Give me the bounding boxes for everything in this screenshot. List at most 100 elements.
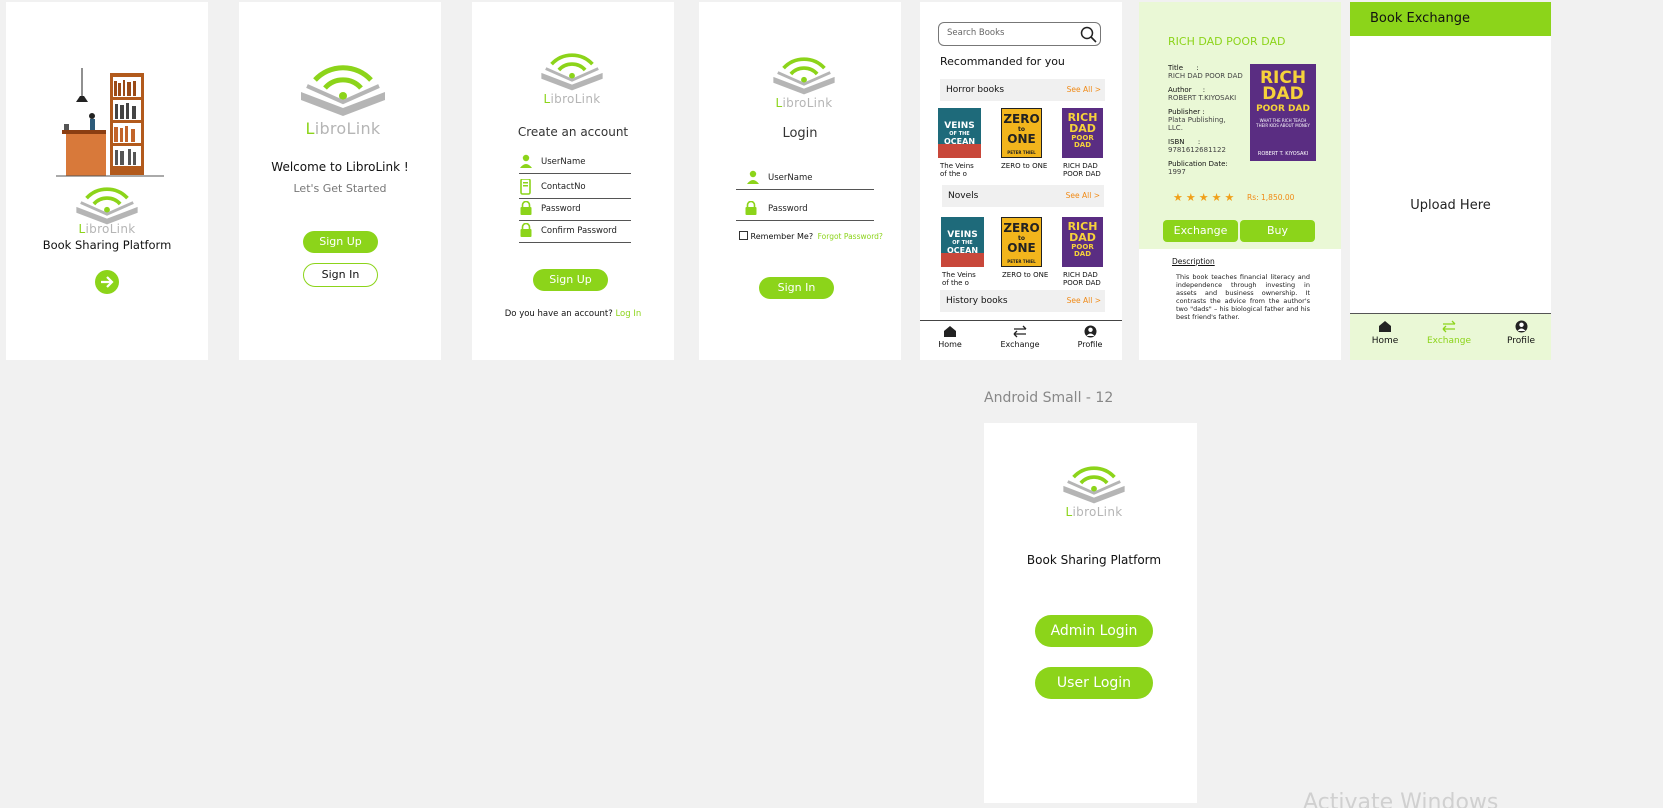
exchange-screen: Book Exchange Upload Here Home Exchange … — [1350, 2, 1551, 360]
page-title: Create an account — [517, 125, 629, 139]
welcome-title: Welcome to LibroLink ! — [271, 160, 409, 174]
book-cover[interactable]: RICH DAD POOR DAD — [1062, 108, 1103, 158]
book-label: ZERO to ONE — [1001, 162, 1048, 170]
forgot-password-link[interactable]: Forgot Password? — [818, 232, 883, 241]
nav-exchange[interactable]: Exchange — [1000, 325, 1040, 349]
category-novels[interactable]: Novels See All > — [942, 185, 1104, 207]
book-label: RICH DAD POOR DAD — [1063, 162, 1101, 178]
frame-label: Android Small - 12 — [984, 390, 1114, 406]
password-field[interactable]: Password — [519, 199, 631, 221]
book-cover[interactable]: ZERO to ONE PETER THIEL — [1001, 108, 1042, 158]
book-cover[interactable]: RICH DAD POOR DAD — [1062, 217, 1103, 267]
book-label: RICH DAD POOR DAD — [1063, 271, 1101, 287]
next-button[interactable] — [95, 270, 119, 294]
register-screen: LibroLink Create an account UserName Con… — [472, 2, 674, 360]
profile-icon — [1084, 325, 1096, 338]
bottom-nav: Home Exchange Profile — [920, 320, 1122, 360]
library-illustration — [56, 68, 164, 177]
sign-up-button[interactable]: Sign Up — [533, 269, 608, 291]
remember-row: Remember Me? Forgot Password? — [739, 231, 899, 242]
admin-login-button[interactable]: Admin Login — [1035, 615, 1153, 647]
sign-in-button[interactable]: Sign In — [759, 277, 834, 299]
book-cover-large: RICH DAD POOR DAD WHAT THE RICH TEACH TH… — [1250, 64, 1316, 161]
home-screen: Search Books Recommanded for you Horror … — [920, 2, 1122, 360]
book-title: RICH DAD POOR DAD — [1168, 35, 1286, 48]
user-icon — [520, 154, 532, 168]
nav-home[interactable]: Home — [936, 325, 964, 349]
os-watermark: Activate Windows — [1303, 790, 1499, 808]
password-field[interactable]: Password — [736, 199, 874, 221]
login-prompt: Do you have an account? Log In — [504, 309, 642, 319]
wifi-book-icon — [773, 57, 835, 95]
remember-checkbox[interactable] — [739, 231, 748, 240]
exchange-icon — [1013, 325, 1027, 338]
contact-field[interactable]: ContactNo — [519, 177, 631, 199]
log-in-link[interactable]: Log In — [615, 309, 641, 319]
app-header: Book Exchange — [1350, 2, 1551, 36]
description-title: Description — [1172, 257, 1215, 266]
detail-row: ISBN :9781612681122 — [1168, 138, 1226, 154]
welcome-screen: LibroLink Welcome to LibroLink ! Let's G… — [239, 2, 441, 360]
page-title: Book Sharing Platform — [1026, 553, 1162, 567]
exchange-button[interactable]: Exchange — [1163, 220, 1238, 242]
section-heading: Recommanded for you — [940, 55, 1065, 68]
page-title: Login — [782, 126, 818, 141]
librolink-logo: LibroLink — [295, 58, 391, 138]
wifi-book-icon — [301, 65, 385, 116]
detail-row: Publisher : Plata Publishing, LLC. — [1168, 108, 1226, 132]
book-cover[interactable]: ZERO to ONE PETER THIEL — [1001, 217, 1042, 267]
librolink-logo: LibroLink — [537, 48, 607, 106]
lock-icon — [745, 201, 757, 215]
username-field[interactable]: UserName — [736, 168, 874, 190]
librolink-logo: LibroLink — [769, 52, 839, 110]
book-cover[interactable]: VEINS OF THE OCEAN — [941, 217, 984, 267]
search-icon[interactable] — [1080, 26, 1097, 43]
user-icon — [747, 170, 759, 184]
search-input[interactable]: Search Books — [947, 28, 1005, 38]
book-cover[interactable]: VEINS OF THE OCEAN — [938, 108, 981, 158]
welcome-subtitle: Let's Get Started — [293, 182, 387, 195]
detail-row: Author : ROBERT T.KIYOSAKI — [1168, 86, 1237, 102]
detail-row: Title : RICH DAD POOR DAD — [1168, 64, 1243, 80]
lock-icon — [520, 201, 532, 215]
upload-area[interactable]: Upload Here — [1350, 198, 1551, 213]
buy-button[interactable]: Buy — [1240, 220, 1315, 242]
rating-stars: ★★★★★ — [1173, 191, 1238, 204]
arrow-right-icon — [101, 276, 114, 288]
wifi-book-icon — [76, 187, 138, 225]
splash-screen: LibroLink Book Sharing Platform — [6, 2, 208, 360]
librolink-logo: LibroLink — [1059, 461, 1129, 519]
exchange-icon — [1442, 320, 1456, 333]
header-title: Book Exchange — [1370, 11, 1471, 26]
username-field[interactable]: UserName — [519, 152, 631, 174]
nav-exchange[interactable]: Exchange — [1426, 320, 1472, 346]
see-all-link[interactable]: See All > — [1067, 79, 1101, 101]
see-all-link[interactable]: See All > — [1067, 290, 1101, 312]
price: Rs: 1,850.00 — [1247, 193, 1295, 202]
wifi-book-icon — [1063, 466, 1125, 504]
category-history[interactable]: History books See All > — [940, 290, 1105, 312]
bottom-nav: Home Exchange Profile — [1350, 313, 1551, 360]
search-bar[interactable]: Search Books — [938, 22, 1101, 46]
detail-row: Publication Date: 1997 — [1168, 160, 1228, 176]
sign-in-button[interactable]: Sign In — [303, 263, 378, 287]
wifi-book-icon — [541, 53, 603, 91]
user-login-button[interactable]: User Login — [1035, 667, 1153, 699]
nav-home[interactable]: Home — [1370, 320, 1400, 346]
home-icon — [944, 326, 956, 337]
see-all-link[interactable]: See All > — [1066, 185, 1100, 207]
category-horror[interactable]: Horror books See All > — [940, 79, 1105, 101]
phone-icon — [520, 179, 531, 195]
book-label: ZERO to ONE — [1002, 271, 1049, 279]
page-title: Book Sharing Platform — [42, 238, 172, 252]
sign-up-button[interactable]: Sign Up — [303, 231, 378, 253]
book-label: The Veins of the o — [940, 162, 974, 178]
nav-profile[interactable]: Profile — [1504, 320, 1538, 346]
nav-profile[interactable]: Profile — [1074, 325, 1106, 349]
home-icon — [1379, 321, 1391, 332]
role-select-screen: LibroLink Book Sharing Platform Admin Lo… — [984, 423, 1197, 803]
book-detail-screen: RICH DAD POOR DAD Title : RICH DAD POOR D… — [1139, 2, 1341, 360]
confirm-password-field[interactable]: Confirm Password — [519, 221, 631, 243]
lock-icon — [520, 223, 532, 237]
profile-icon — [1515, 320, 1527, 333]
